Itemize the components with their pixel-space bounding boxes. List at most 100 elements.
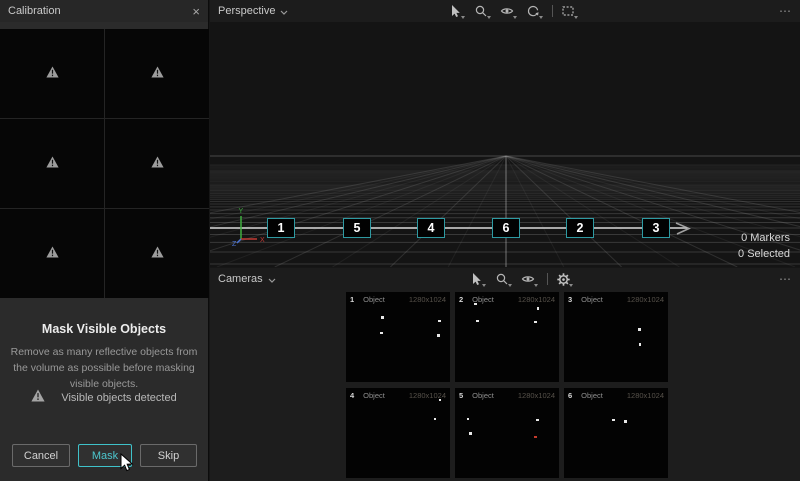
select-tool-icon[interactable] xyxy=(447,3,463,19)
camera-resolution: 1280x1024 xyxy=(409,295,446,304)
camera-view-header: 1Object1280x1024 xyxy=(346,292,450,304)
warning-triangle-icon xyxy=(151,245,164,263)
camera-views-grid: 1Object1280x10242Object1280x10243Object1… xyxy=(346,292,668,478)
app-root: Calibration × Mask Visible Objects Remov… xyxy=(0,0,800,481)
reflection-dot xyxy=(438,320,441,323)
selected-count: 0 Selected xyxy=(738,246,790,262)
marker-box-2[interactable]: 2 xyxy=(566,218,594,238)
camera-preview-cell-2[interactable] xyxy=(105,29,209,118)
marker-box-1[interactable]: 1 xyxy=(267,218,295,238)
camera-mode-label: Object xyxy=(581,295,603,304)
reflection-dot xyxy=(537,307,540,310)
camera-preview-cell-6[interactable] xyxy=(105,209,209,298)
tool-dropdown-caret xyxy=(513,16,517,19)
skip-button[interactable]: Skip xyxy=(140,444,197,467)
camera-view-4[interactable]: 4Object1280x1024 xyxy=(346,388,450,478)
warning-row: Visible objects detected xyxy=(0,389,208,407)
camera-view-1[interactable]: 1Object1280x1024 xyxy=(346,292,450,382)
tool-dropdown-caret xyxy=(569,284,573,287)
mask-section-description: Remove as many reflective objects from t… xyxy=(9,345,199,392)
eye-tool-icon[interactable] xyxy=(499,3,515,19)
markers-count: 0 Markers xyxy=(738,230,790,246)
reflection-dot-red xyxy=(534,436,537,439)
camera-resolution: 1280x1024 xyxy=(518,295,555,304)
reflection-dot xyxy=(437,334,440,337)
camera-resolution: 1280x1024 xyxy=(627,295,664,304)
reflection-dot xyxy=(639,343,642,346)
calibration-preview-grid xyxy=(0,29,209,298)
mask-section-title: Mask Visible Objects xyxy=(0,322,208,336)
camera-preview-cell-3[interactable] xyxy=(0,119,104,208)
chevron-down-icon[interactable] xyxy=(280,2,288,20)
reflection-dot xyxy=(534,321,537,324)
camera-number: 3 xyxy=(568,295,572,304)
camera-mode-label: Object xyxy=(363,295,385,304)
marker-box-5[interactable]: 5 xyxy=(343,218,371,238)
camera-number: 5 xyxy=(459,391,463,400)
warning-triangle-icon xyxy=(31,389,45,407)
mouse-cursor-icon xyxy=(120,453,134,473)
reflection-dot xyxy=(380,332,383,335)
marker-box-6[interactable]: 6 xyxy=(492,218,520,238)
camera-view-header: 3 Object 1280x1024 xyxy=(564,292,668,304)
chevron-down-icon[interactable] xyxy=(268,270,276,288)
zoom-tool-icon[interactable] xyxy=(473,3,489,19)
tool-dropdown-caret xyxy=(539,16,543,19)
tool-dropdown-caret xyxy=(574,16,578,19)
camera-view-header: 6Object1280x1024 xyxy=(564,388,668,400)
axis-label-x: X xyxy=(260,237,265,244)
close-icon[interactable]: × xyxy=(192,5,200,18)
camera-preview-cell-1[interactable] xyxy=(0,29,104,118)
camera-view-2[interactable]: 2Object1280x1024 xyxy=(455,292,559,382)
cancel-button[interactable]: Cancel xyxy=(12,444,70,467)
marquee-tool-icon[interactable] xyxy=(560,3,576,19)
orbit-tool-icon[interactable] xyxy=(525,3,541,19)
reflection-dot xyxy=(467,418,470,421)
marker-box-4[interactable]: 4 xyxy=(417,218,445,238)
camera-view-header: 2Object1280x1024 xyxy=(455,292,559,304)
warning-text: Visible objects detected xyxy=(61,392,176,404)
perspective-panel: Perspective ⋯ YXZ 154623 0 Markers 0 Sel… xyxy=(210,0,800,267)
tool-dropdown-caret xyxy=(508,284,512,287)
camera-mode-label: Object xyxy=(472,391,494,400)
viewport-status: 0 Markers 0 Selected xyxy=(738,230,790,262)
button-row: Cancel Mask Skip xyxy=(12,444,197,467)
camera-preview-cell-4[interactable] xyxy=(105,119,209,208)
reflection-dot xyxy=(381,316,384,319)
reflection-dot xyxy=(612,419,615,422)
marker-box-3[interactable]: 3 xyxy=(642,218,670,238)
camera-view-header: 4Object1280x1024 xyxy=(346,388,450,400)
eye-tool-icon[interactable] xyxy=(520,271,536,287)
camera-view-6[interactable]: 6Object1280x1024 xyxy=(564,388,668,478)
reflection-dot xyxy=(536,419,539,422)
reflection-dot xyxy=(638,328,641,331)
settings-tool-icon[interactable] xyxy=(555,271,571,287)
warning-triangle-icon xyxy=(46,155,59,173)
camera-mode-label: Object xyxy=(581,391,603,400)
zoom-tool-icon[interactable] xyxy=(494,271,510,287)
camera-view-5[interactable]: 5 Object 1280x1024 xyxy=(455,388,559,478)
perspective-title: Perspective xyxy=(218,5,275,17)
camera-view-3[interactable]: 3 Object 1280x1024 xyxy=(564,292,668,382)
reflection-dot xyxy=(474,303,477,306)
toolbar-divider xyxy=(547,273,548,285)
camera-view-header: 5 Object 1280x1024 xyxy=(455,388,559,400)
select-tool-icon[interactable] xyxy=(468,271,484,287)
panel-menu-icon[interactable]: ⋯ xyxy=(779,272,792,286)
calibration-title: Calibration xyxy=(8,5,61,17)
perspective-toolbar xyxy=(447,3,586,19)
perspective-viewport[interactable]: YXZ 154623 xyxy=(210,22,800,267)
axis-label-z: Z xyxy=(232,241,237,248)
tool-dropdown-caret xyxy=(534,284,538,287)
cameras-panel: Cameras ⋯ 1Object1280x10242Object1280x10… xyxy=(210,268,800,481)
camera-preview-cell-5[interactable] xyxy=(0,209,104,298)
panel-menu-icon[interactable]: ⋯ xyxy=(779,4,792,18)
camera-resolution: 1280x1024 xyxy=(627,391,664,400)
camera-resolution: 1280x1024 xyxy=(518,391,555,400)
reflection-dot xyxy=(439,399,442,402)
cameras-toolbar xyxy=(468,271,581,287)
camera-mode-label: Object xyxy=(363,391,385,400)
warning-triangle-icon xyxy=(151,65,164,83)
toolbar-divider xyxy=(552,5,553,17)
camera-number: 4 xyxy=(350,391,354,400)
